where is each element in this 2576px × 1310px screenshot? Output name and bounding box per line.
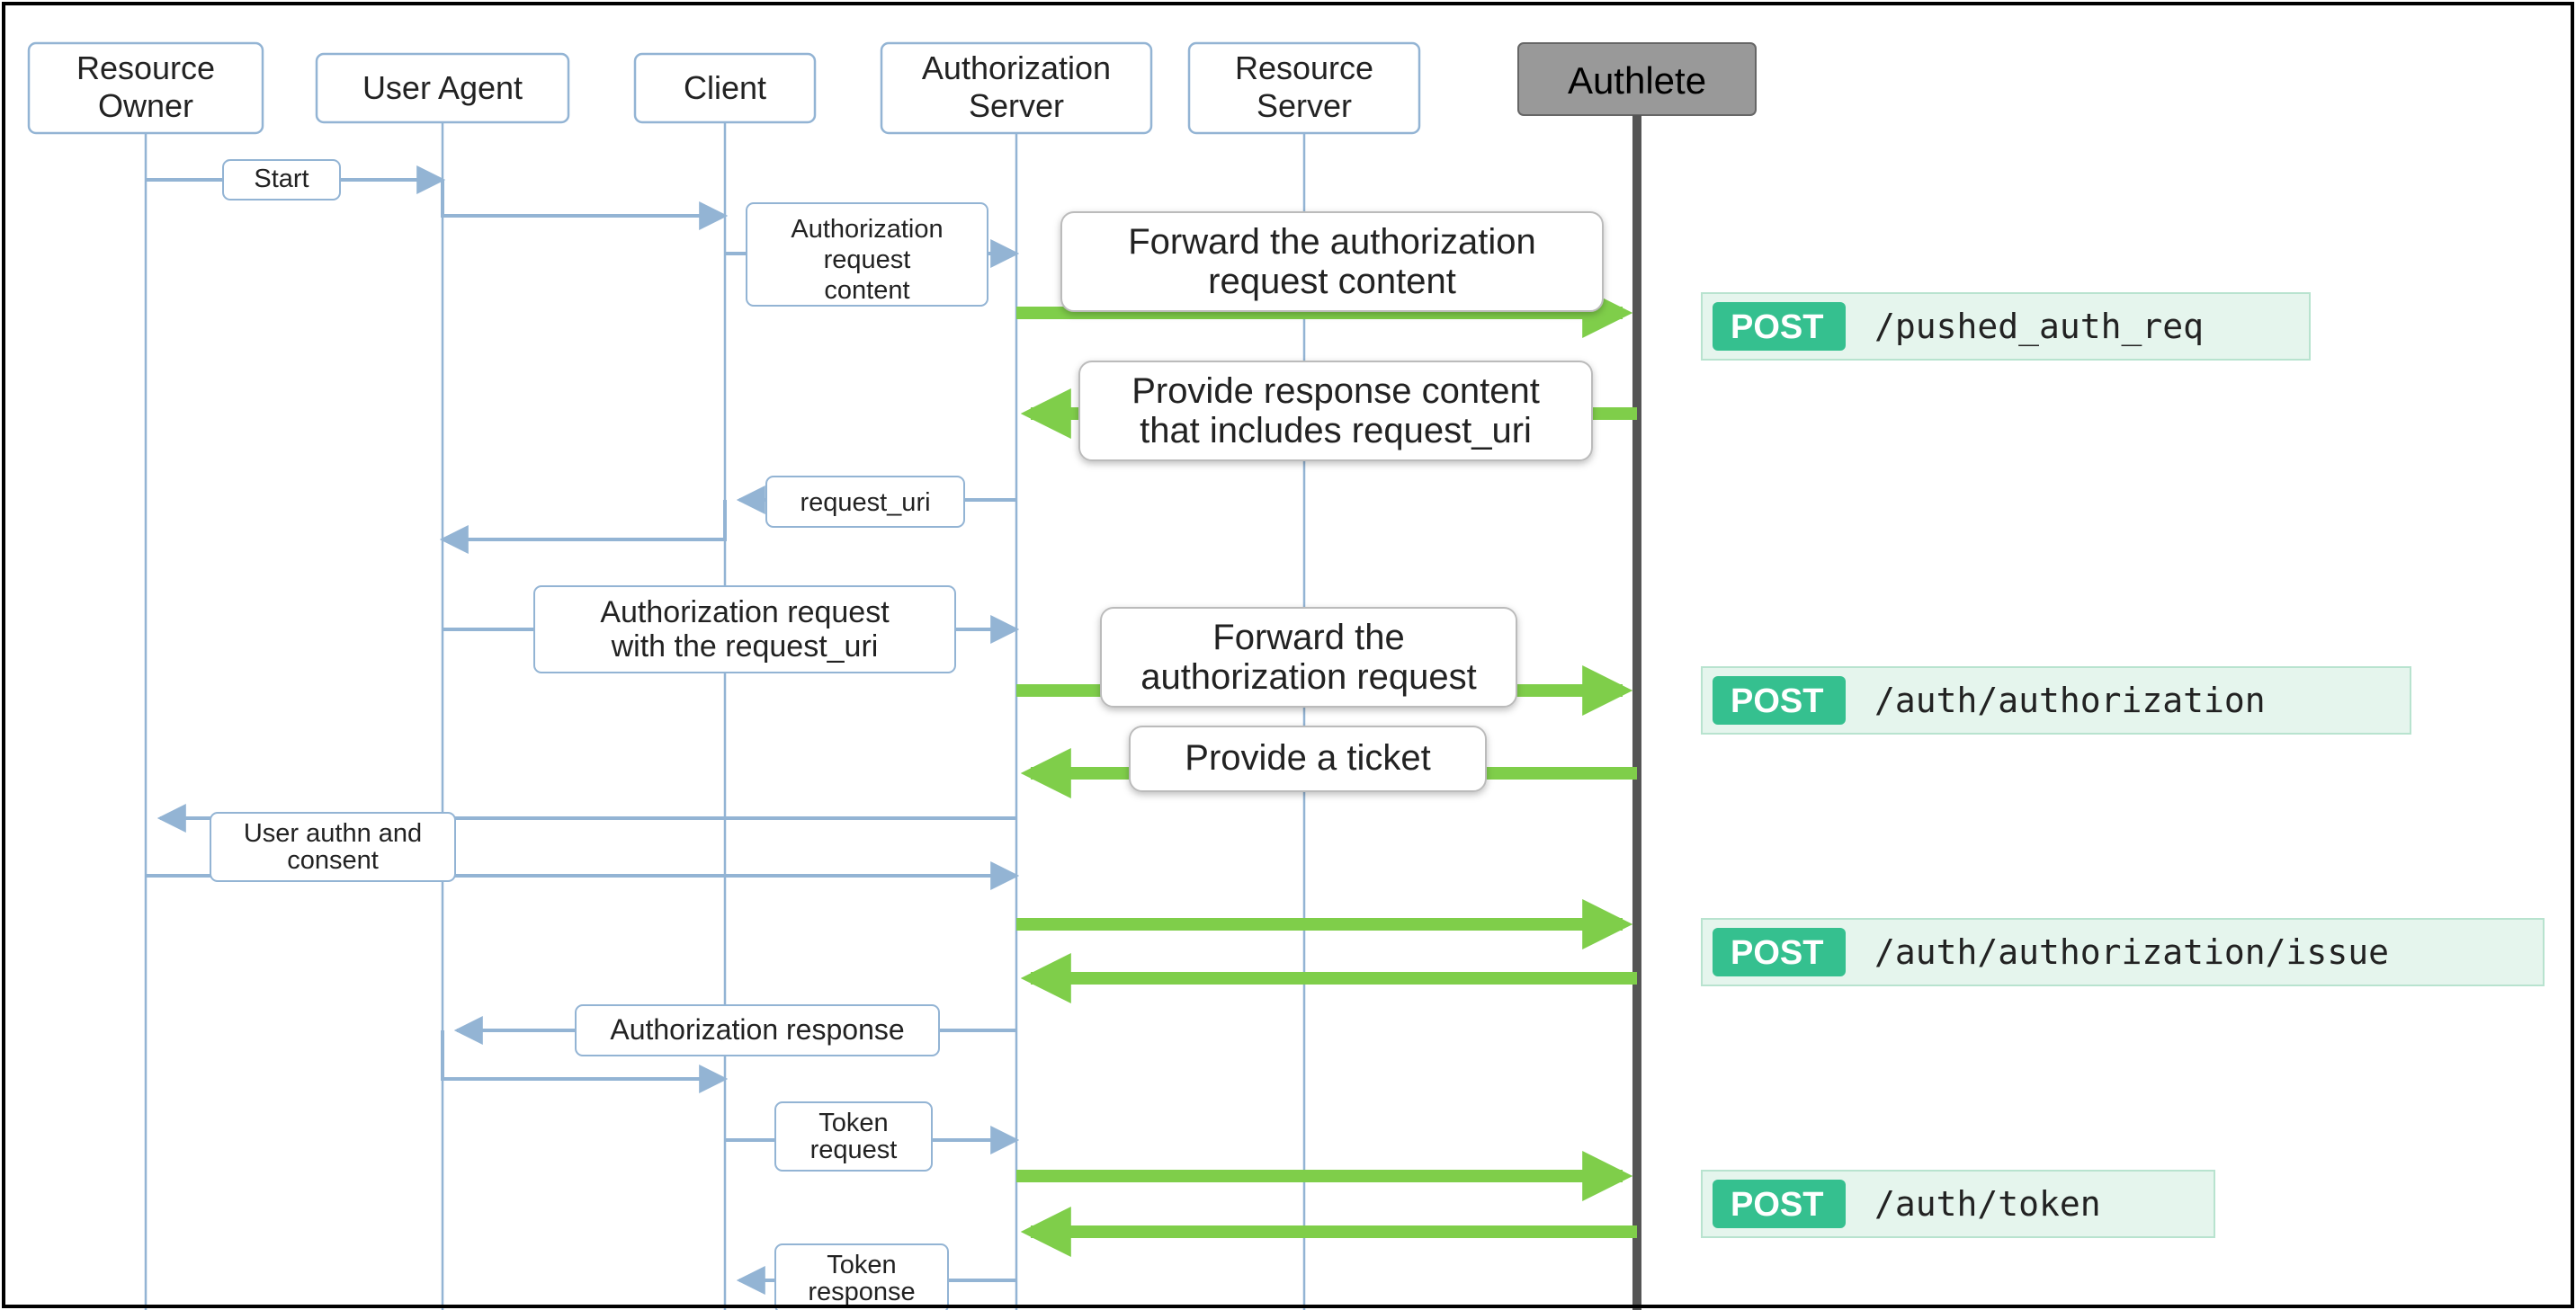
api-auth-authorization: POST /auth/authorization xyxy=(1702,667,2411,734)
svg-text:Token: Token xyxy=(818,1109,888,1137)
svg-text:request: request xyxy=(810,1136,898,1164)
svg-text:Resource: Resource xyxy=(1235,49,1373,86)
svg-text:Provide a ticket: Provide a ticket xyxy=(1185,738,1430,778)
svg-text:/pushed_auth_req: /pushed_auth_req xyxy=(1874,307,2204,347)
svg-text:Server: Server xyxy=(969,87,1064,124)
svg-text:Authorization: Authorization xyxy=(922,49,1111,86)
svg-text:/auth/authorization: /auth/authorization xyxy=(1874,681,2266,720)
svg-text:content: content xyxy=(824,276,909,305)
svg-text:Resource: Resource xyxy=(76,49,215,86)
svg-text:Forward the authorization: Forward the authorization xyxy=(1128,222,1536,262)
svg-text:POST: POST xyxy=(1731,934,1823,972)
svg-text:authorization request: authorization request xyxy=(1140,657,1477,697)
svg-text:Authlete: Authlete xyxy=(1568,59,1706,102)
svg-text:User authn and: User authn and xyxy=(244,819,422,848)
svg-text:Authorization response: Authorization response xyxy=(610,1013,904,1046)
svg-text:response: response xyxy=(808,1278,915,1306)
svg-text:Start: Start xyxy=(254,165,309,193)
msg-ua-to-client xyxy=(443,180,725,216)
svg-text:Provide response content: Provide response content xyxy=(1131,371,1540,411)
svg-text:with the request_uri: with the request_uri xyxy=(611,629,879,664)
msg-client-to-ua xyxy=(443,500,725,539)
svg-text:Authorization request: Authorization request xyxy=(600,595,890,629)
participants: Resource Owner User Agent Client Authori… xyxy=(29,43,1756,133)
svg-text:Forward the: Forward the xyxy=(1212,618,1404,657)
svg-text:Server: Server xyxy=(1257,87,1352,124)
svg-text:POST: POST xyxy=(1731,308,1823,346)
svg-text:consent: consent xyxy=(287,846,379,875)
svg-text:Authorization: Authorization xyxy=(791,215,943,244)
svg-text:POST: POST xyxy=(1731,1186,1823,1224)
api-pushed-auth-req: POST /pushed_auth_req xyxy=(1702,293,2310,360)
svg-text:/auth/token: /auth/token xyxy=(1874,1184,2101,1224)
api-auth-authorization-issue: POST /auth/authorization/issue xyxy=(1702,919,2544,985)
svg-text:/auth/authorization/issue: /auth/authorization/issue xyxy=(1874,932,2389,972)
svg-text:request_uri: request_uri xyxy=(800,488,930,517)
svg-text:POST: POST xyxy=(1731,682,1823,720)
svg-text:Owner: Owner xyxy=(98,87,193,124)
api-auth-token: POST /auth/token xyxy=(1702,1171,2214,1237)
svg-text:request: request xyxy=(824,245,911,274)
svg-text:User Agent: User Agent xyxy=(362,69,523,106)
svg-text:Token: Token xyxy=(827,1251,896,1279)
svg-text:request content: request content xyxy=(1208,262,1456,301)
svg-text:Client: Client xyxy=(684,69,766,106)
svg-text:that includes request_uri: that includes request_uri xyxy=(1140,411,1532,450)
